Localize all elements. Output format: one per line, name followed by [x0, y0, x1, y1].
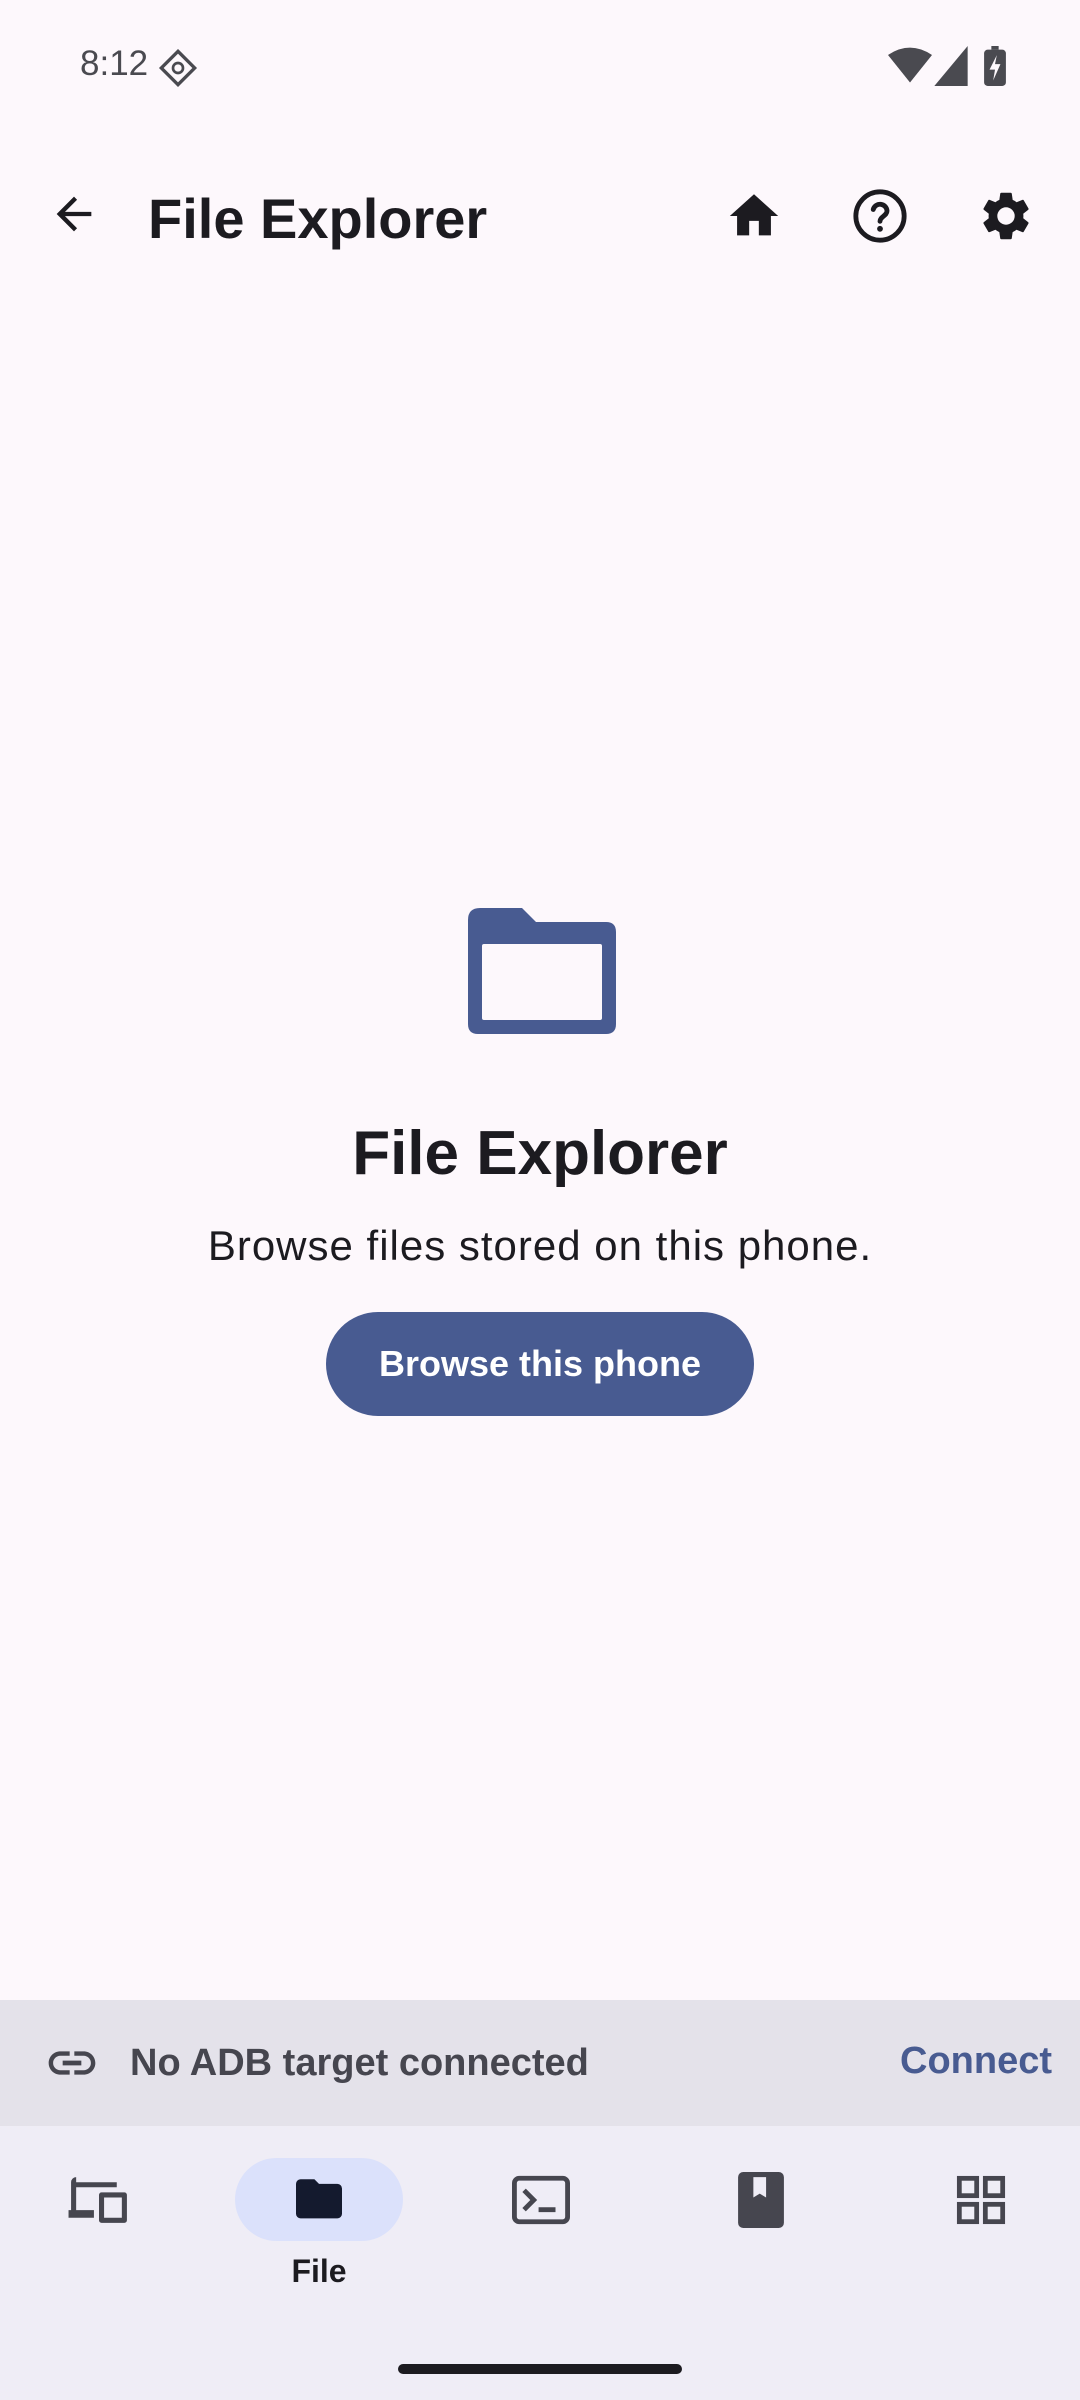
signal-icon [934, 46, 968, 91]
browse-phone-button[interactable]: Browse this phone [326, 1312, 754, 1416]
battery-icon [984, 46, 1006, 91]
nav-pill [15, 2158, 183, 2242]
arrow-back-icon [56, 196, 92, 232]
wifi-icon [888, 46, 932, 91]
empty-state-subtitle: Browse files stored on this phone. [207, 1222, 873, 1269]
page-title: File Explorer [148, 187, 488, 250]
connection-status-text: No ADB target connected [130, 2042, 589, 2084]
settings-icon [983, 192, 1029, 240]
empty-state-title: File Explorer [352, 1119, 728, 1188]
nav-item-devices[interactable] [14, 2150, 184, 2290]
home-icon [729, 194, 779, 236]
nav-label-file: File [291, 2253, 347, 2289]
status-time: 8:12 [80, 44, 149, 83]
folder-icon [296, 2178, 342, 2218]
folder-icon [458, 900, 622, 1040]
nav-pill-active [235, 2158, 403, 2241]
nav-item-file[interactable]: File [234, 2150, 404, 2290]
help-button[interactable] [844, 180, 916, 252]
nav-item-book[interactable] [676, 2150, 846, 2290]
nav-pill [677, 2158, 845, 2242]
nav-item-apps[interactable] [896, 2150, 1066, 2290]
terminal-icon [512, 2175, 570, 2225]
gesture-home-indicator[interactable] [398, 2364, 682, 2374]
settings-button[interactable] [970, 180, 1042, 252]
back-button[interactable] [40, 180, 108, 248]
connect-button[interactable]: Connect [900, 2040, 1052, 2083]
home-button[interactable] [718, 180, 790, 252]
data-saver-icon [158, 48, 198, 93]
help-icon [853, 189, 907, 243]
apps-grid-icon [956, 2175, 1006, 2225]
nav-pill [897, 2158, 1065, 2242]
link-icon [44, 2042, 100, 2084]
devices-icon [68, 2177, 127, 2223]
nav-item-terminal[interactable] [456, 2150, 626, 2290]
book-icon [738, 2172, 784, 2228]
nav-pill [457, 2158, 625, 2242]
